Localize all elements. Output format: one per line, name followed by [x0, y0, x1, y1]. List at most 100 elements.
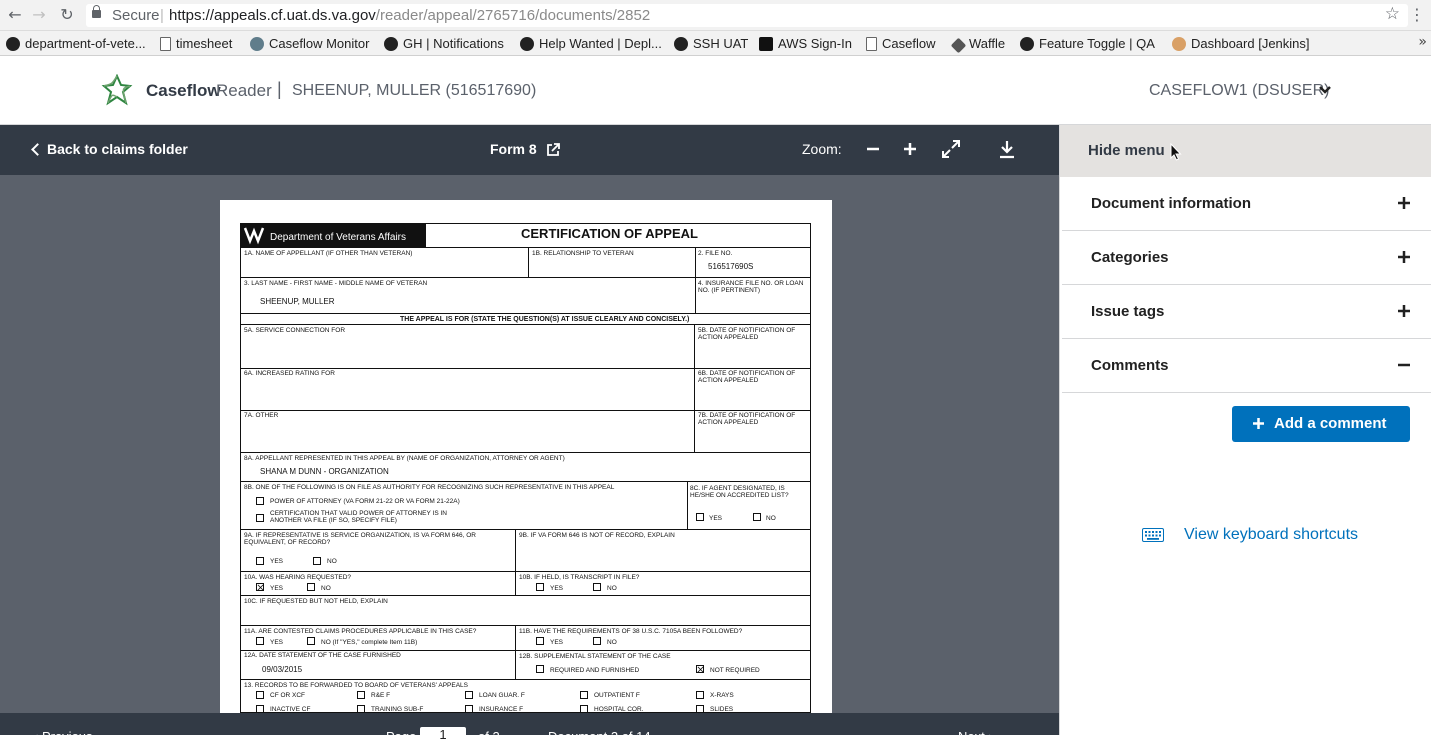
previous-document-link[interactable]: ‹ Previous — [34, 729, 93, 744]
app-subtitle: Reader — [216, 81, 272, 100]
plus-icon — [1398, 305, 1410, 317]
back-arrow-icon[interactable]: ← — [4, 4, 26, 26]
bookmark-label: Feature Toggle | QA — [1039, 36, 1155, 51]
sidebar: Hide menu Document information Categorie… — [1059, 125, 1431, 735]
zoom-in-icon[interactable] — [898, 137, 922, 161]
field-2-value: 516517690S — [708, 262, 754, 271]
bookmark-item[interactable]: Caseflow — [866, 35, 935, 52]
bookmark-item[interactable]: Help Wanted | Depl... — [520, 35, 662, 52]
bookmark-star-icon[interactable]: ☆ — [1385, 4, 1400, 24]
add-comment-button[interactable]: Add a comment — [1232, 406, 1410, 442]
checkbox-9a-yes[interactable] — [256, 557, 264, 565]
bookmark-item[interactable]: SSH UAT — [674, 35, 748, 52]
checkbox-12b-required[interactable] — [536, 665, 544, 673]
next-document-link[interactable]: Next › — [958, 729, 993, 744]
field-13-item: X-RAYS — [710, 692, 734, 699]
chevron-down-icon[interactable] — [1318, 83, 1332, 97]
caseflow-logo-icon[interactable] — [100, 74, 134, 108]
bookmark-item[interactable]: Caseflow Monitor — [250, 35, 369, 52]
no-label: NO — [321, 585, 331, 592]
back-link-label: Back to claims folder — [47, 141, 188, 157]
bookmark-label: SSH UAT — [693, 36, 749, 51]
chevron-left-icon — [31, 143, 44, 156]
accordion-document-information[interactable]: Document information — [1062, 177, 1431, 231]
download-icon[interactable] — [995, 137, 1019, 161]
checkbox-13[interactable] — [580, 691, 588, 699]
field-7b-label: 7B. DATE OF NOTIFICATION OF ACTION APPEA… — [698, 412, 796, 426]
field-8c-label: 8C. IF AGENT DESIGNATED, IS HE/SHE ON AC… — [690, 485, 789, 499]
checkbox-8c-no[interactable] — [753, 513, 761, 521]
accordion-issue-tags[interactable]: Issue tags — [1062, 285, 1431, 339]
reload-icon[interactable]: ↻ — [56, 4, 78, 26]
checkbox-11b-no[interactable] — [593, 637, 601, 645]
checkbox-certification[interactable] — [256, 514, 264, 522]
back-to-claims-folder-link[interactable]: Back to claims folder — [31, 141, 188, 157]
fit-to-screen-icon[interactable] — [939, 137, 963, 161]
pdf-page[interactable]: Department of Veterans Affairs CERTIFICA… — [220, 200, 832, 713]
checkbox-9a-no[interactable] — [313, 557, 321, 565]
field-13-item: R&E F — [371, 692, 391, 699]
checkbox-poa[interactable] — [256, 497, 264, 505]
checkbox-10a-yes-checked[interactable] — [256, 583, 264, 591]
external-link-icon[interactable] — [545, 142, 561, 158]
bookmark-item[interactable]: timesheet — [160, 35, 232, 52]
browser-menu-icon[interactable]: ⋮ — [1409, 5, 1425, 24]
bookmark-label: GH | Notifications — [403, 36, 504, 51]
bookmark-item[interactable]: department-of-vete... — [6, 35, 146, 52]
no-label: NO — [607, 585, 617, 592]
document-title[interactable]: Form 8 — [490, 141, 537, 157]
hide-menu-button[interactable]: Hide menu — [1060, 125, 1431, 177]
more-bookmarks-icon[interactable]: » — [1418, 34, 1427, 50]
address-bar[interactable]: Secure | https://appeals.cf.uat.ds.va.go… — [86, 4, 1408, 27]
bookmark-item[interactable]: AWS Sign-In — [759, 35, 852, 52]
no-label: NO — [607, 639, 617, 646]
bookmark-item[interactable]: Feature Toggle | QA — [1020, 35, 1155, 52]
checkbox-13[interactable] — [357, 705, 365, 713]
zoom-out-icon[interactable] — [861, 137, 885, 161]
field-6a-label: 6A. INCREASED RATING FOR — [244, 370, 335, 377]
checkbox-10b-yes[interactable] — [536, 583, 544, 591]
checkbox-13[interactable] — [357, 691, 365, 699]
waffle-icon — [950, 37, 967, 54]
checkbox-11a-no[interactable] — [307, 637, 315, 645]
document-count: Document 2 of 14 — [548, 729, 651, 744]
checkbox-12b-not-required-checked[interactable] — [696, 665, 704, 673]
page-number-input[interactable]: 1 — [420, 727, 466, 747]
bookmark-label: Dashboard [Jenkins] — [1191, 36, 1310, 51]
checkbox-13[interactable] — [465, 691, 473, 699]
bookmark-item[interactable]: Waffle — [950, 35, 1005, 54]
checkbox-13[interactable] — [256, 691, 264, 699]
bookmark-item[interactable]: Dashboard [Jenkins] — [1172, 35, 1310, 52]
checkbox-11a-yes[interactable] — [256, 637, 264, 645]
field-10c-label: 10C. IF REQUESTED BUT NOT HELD, EXPLAIN — [244, 598, 388, 605]
hide-menu-label: Hide menu — [1088, 142, 1165, 159]
field-5a-label: 5A. SERVICE CONNECTION FOR — [244, 327, 346, 334]
user-menu-label[interactable]: CASEFLOW1 (DSUSER) — [1149, 82, 1329, 100]
checkbox-10b-no[interactable] — [593, 583, 601, 591]
keyboard-icon[interactable] — [1142, 528, 1164, 542]
field-11b-label: 11B. HAVE THE REQUIREMENTS OF 38 U.S.C. … — [519, 628, 743, 635]
accordion-label: Document information — [1091, 195, 1251, 212]
field-4-label: 4. INSURANCE FILE NO. OR LOAN NO. (If pe… — [698, 280, 804, 294]
checkbox-8c-yes[interactable] — [696, 513, 704, 521]
checkbox-13[interactable] — [465, 705, 473, 713]
checkbox-13[interactable] — [696, 691, 704, 699]
field-1b-label: 1B. RELATIONSHIP TO VETERAN — [532, 250, 634, 257]
checkbox-13[interactable] — [580, 705, 588, 713]
app-brand[interactable]: Caseflow — [146, 81, 221, 101]
plus-icon — [1398, 197, 1410, 209]
accordion-comments[interactable]: Comments — [1062, 339, 1431, 393]
checkbox-11b-yes[interactable] — [536, 637, 544, 645]
bookmark-item[interactable]: GH | Notifications — [384, 35, 504, 52]
view-keyboard-shortcuts-link[interactable]: View keyboard shortcuts — [1184, 526, 1358, 544]
checkbox-10a-no[interactable] — [307, 583, 315, 591]
github-icon — [1020, 37, 1034, 51]
forward-arrow-icon[interactable]: → — [28, 4, 50, 26]
document-toolbar: Back to claims folder Form 8 Zoom: — [0, 125, 1059, 175]
yes-label: YES — [270, 558, 284, 565]
checkbox-13[interactable] — [256, 705, 264, 713]
browser-toolbar: ← → ↻ Secure | https://appeals.cf.uat.ds… — [0, 0, 1431, 31]
field-13-item: TRAINING SUB-F — [371, 706, 424, 713]
accordion-categories[interactable]: Categories — [1062, 231, 1431, 285]
checkbox-13[interactable] — [696, 705, 704, 713]
